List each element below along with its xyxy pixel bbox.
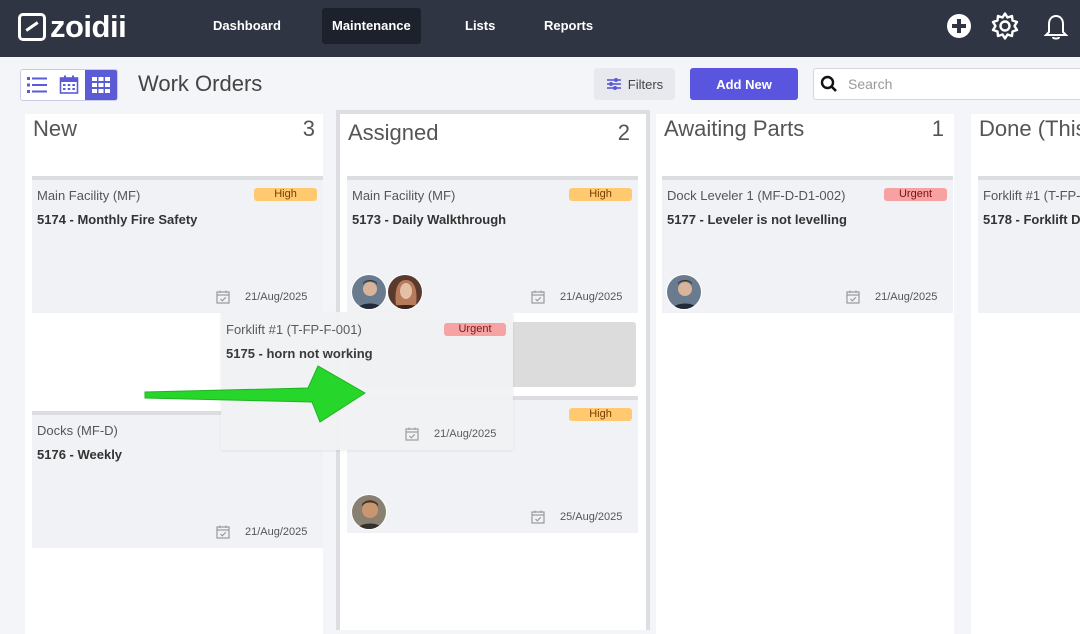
column-title: Assigned	[348, 120, 439, 145]
assignee-avatar[interactable]	[387, 274, 423, 310]
card-location: Dock Leveler 1 (MF-D-D1-002)	[667, 188, 846, 203]
work-order-card-5177[interactable]: Dock Leveler 1 (MF-D-D1-002) Urgent 5177…	[662, 176, 953, 313]
nav-dashboard[interactable]: Dashboard	[203, 8, 291, 44]
work-order-card-5174[interactable]: Main Facility (MF) High 5174 - Monthly F…	[32, 176, 323, 313]
card-due-date: 21/Aug/2025	[434, 428, 497, 440]
list-view-icon	[27, 77, 47, 93]
person-photo-male	[667, 275, 701, 309]
column-title: Done (This	[979, 116, 1080, 141]
calendar-check-icon	[216, 290, 230, 304]
assignee-avatar[interactable]	[351, 494, 387, 530]
card-title: 5178 - Forklift Da	[983, 212, 1080, 227]
priority-badge: High	[569, 408, 632, 421]
work-order-card-5178[interactable]: Forklift #1 (T-FP- 5178 - Forklift Da	[978, 176, 1080, 313]
filters-button[interactable]: Filters	[594, 68, 675, 100]
card-location: Docks (MF-D)	[37, 423, 118, 438]
calendar-check-icon	[531, 510, 545, 524]
bell-icon[interactable]	[1041, 10, 1071, 42]
page-title: Work Orders	[138, 71, 263, 96]
filter-sliders-icon	[606, 78, 621, 90]
card-title: 5177 - Leveler is not levelling	[667, 212, 847, 227]
column-count: 1	[931, 116, 944, 141]
calendar-check-icon	[846, 290, 860, 304]
view-switcher	[20, 69, 118, 101]
card-location: Main Facility (MF)	[352, 188, 456, 203]
calendar-check-icon	[531, 290, 545, 304]
nav-reports[interactable]: Reports	[534, 8, 603, 44]
calendar-check-icon	[216, 525, 230, 539]
nav-maintenance[interactable]: Maintenance	[322, 8, 421, 44]
filters-label: Filters	[627, 76, 664, 92]
column-count: 3	[302, 116, 315, 141]
priority-badge: High	[569, 188, 632, 201]
toolbar: Work Orders Filters Add New	[0, 57, 1080, 112]
priority-badge: Urgent	[444, 323, 506, 336]
gear-icon[interactable]	[990, 10, 1020, 42]
card-location: Forklift #1 (T-FP-F-001)	[226, 322, 362, 337]
calendar-view-icon	[59, 75, 79, 94]
card-title: 5173 - Daily Walkthrough	[352, 212, 507, 227]
card-due-date: 21/Aug/2025	[245, 291, 308, 303]
work-order-card-5173[interactable]: Main Facility (MF) High 5173 - Daily Wal…	[347, 176, 638, 313]
priority-badge: High	[254, 188, 317, 201]
top-navbar: zoidii Dashboard Maintenance Lists Repor…	[0, 0, 1080, 57]
card-due-date: 25/Aug/2025	[560, 511, 623, 523]
zoidii-logo[interactable]: zoidii	[18, 9, 127, 44]
person-photo-male	[352, 275, 386, 309]
person-photo-male	[352, 495, 386, 529]
card-title: 5175 - horn not working	[226, 346, 373, 361]
card-title: 5174 - Monthly Fire Safety	[37, 212, 198, 227]
add-new-button[interactable]: Add New	[690, 68, 798, 100]
grid-view-icon	[92, 77, 110, 93]
search-icon	[820, 75, 837, 92]
green-arrow	[144, 365, 366, 423]
card-due-date: 21/Aug/2025	[875, 291, 938, 303]
column-title: Awaiting Parts	[664, 116, 805, 141]
column-count: 2	[617, 120, 630, 145]
search-input[interactable]	[848, 76, 1048, 92]
search-box[interactable]	[813, 68, 1080, 100]
card-location: Forklift #1 (T-FP-	[983, 188, 1080, 203]
column-title: New	[33, 116, 78, 141]
assignee-avatar[interactable]	[666, 274, 702, 310]
logo-mark-icon	[18, 13, 46, 41]
card-due-date: 21/Aug/2025	[560, 291, 623, 303]
card-location: Main Facility (MF)	[37, 188, 141, 203]
calendar-check-icon	[405, 427, 419, 441]
nav-lists[interactable]: Lists	[455, 8, 505, 44]
board-view-button[interactable]	[85, 70, 117, 100]
logo-text: zoidii	[50, 9, 127, 44]
assignee-avatar[interactable]	[351, 274, 387, 310]
plus-circle-icon[interactable]	[944, 10, 974, 42]
priority-badge: Urgent	[884, 188, 947, 201]
calendar-view-button[interactable]	[53, 70, 85, 100]
list-view-button[interactable]	[21, 70, 53, 100]
card-title: 5176 - Weekly	[37, 447, 123, 462]
card-due-date: 21/Aug/2025	[245, 526, 308, 538]
person-photo-female	[388, 275, 422, 309]
